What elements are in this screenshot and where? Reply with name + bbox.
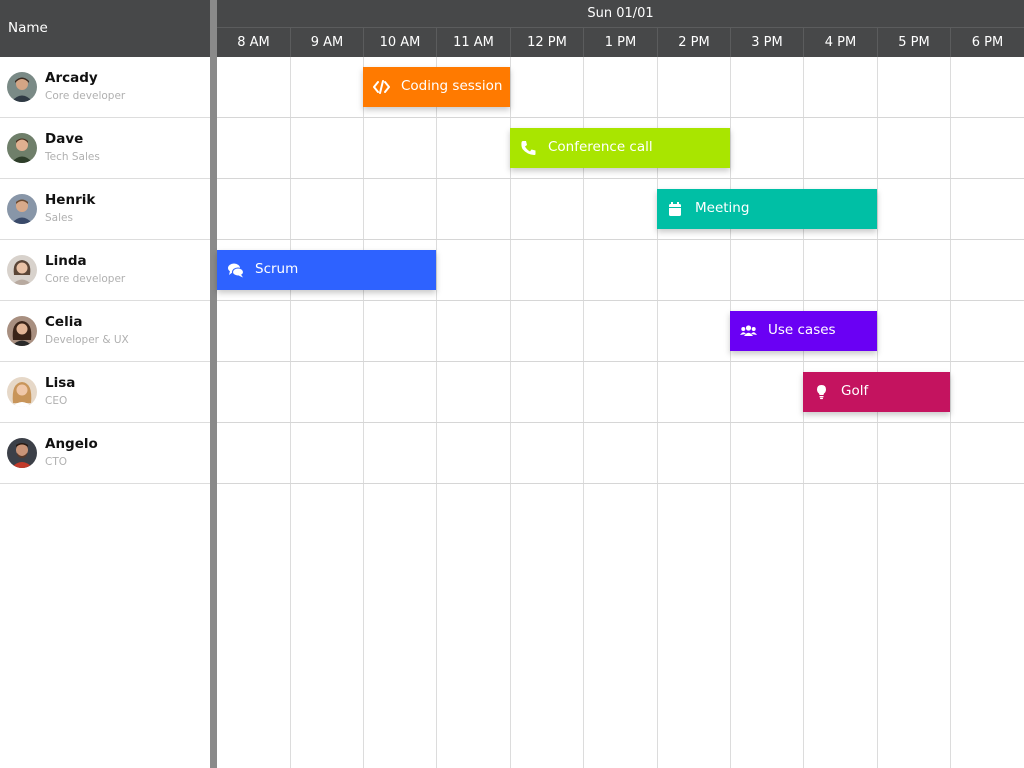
grid-line	[290, 57, 291, 768]
resource-role: Sales	[45, 212, 73, 224]
resource-row[interactable]: Dave Tech Sales	[0, 118, 210, 179]
grid-line	[803, 57, 804, 768]
event-golf[interactable]: Golf	[803, 372, 950, 412]
comments-icon	[227, 262, 244, 278]
users-icon	[740, 323, 757, 339]
hour-header: 11 AM	[436, 28, 510, 57]
grid-line	[217, 361, 1024, 362]
event-label: Meeting	[695, 200, 750, 216]
resource-row[interactable]: Angelo CTO	[0, 423, 210, 484]
event-conference-call[interactable]: Conference call	[510, 128, 730, 168]
event-label: Conference call	[548, 139, 653, 155]
grid-line	[877, 57, 878, 768]
avatar	[7, 255, 37, 285]
resource-role: Core developer	[45, 273, 126, 285]
hour-header: 5 PM	[877, 28, 950, 57]
hour-header: 2 PM	[657, 28, 730, 57]
timeline: Sun 01/01 8 AM 9 AM 10 AM 11 AM 12 PM 1 …	[217, 0, 1024, 768]
resource-name: Henrik	[45, 192, 96, 208]
time-header: Sun 01/01 8 AM 9 AM 10 AM 11 AM 12 PM 1 …	[217, 0, 1024, 57]
code-icon	[373, 79, 390, 95]
resource-role: Core developer	[45, 90, 126, 102]
avatar	[7, 133, 37, 163]
event-coding-session[interactable]: Coding session	[363, 67, 510, 107]
resource-role: CTO	[45, 456, 68, 468]
resource-role: Developer & UX	[45, 334, 129, 346]
avatar	[7, 72, 37, 102]
resource-name: Lisa	[45, 375, 76, 391]
grid-line	[217, 178, 1024, 179]
column-splitter[interactable]	[210, 0, 217, 768]
grid-line	[730, 57, 731, 768]
resource-row[interactable]: Henrik Sales	[0, 179, 210, 240]
hour-header: 9 AM	[290, 28, 363, 57]
hour-header: 8 AM	[237, 35, 270, 50]
resource-row[interactable]: Lisa CEO	[0, 362, 210, 423]
event-label: Coding session	[401, 78, 503, 94]
resource-role: Tech Sales	[45, 151, 100, 163]
resource-row[interactable]: Linda Core developer	[0, 240, 210, 301]
avatar	[7, 194, 37, 224]
resource-name: Angelo	[45, 436, 98, 452]
grid-line	[217, 483, 1024, 484]
hour-header: 3 PM	[730, 28, 803, 57]
avatar	[7, 316, 37, 346]
calendar-icon	[667, 201, 684, 217]
grid-line	[436, 57, 437, 768]
avatar	[7, 438, 37, 468]
hour-header: 4 PM	[803, 28, 877, 57]
grid-line	[217, 239, 1024, 240]
resource-name: Dave	[45, 131, 84, 147]
event-scrum[interactable]: Scrum	[217, 250, 436, 290]
name-column-title: Name	[8, 20, 48, 36]
event-use-cases[interactable]: Use cases	[730, 311, 877, 351]
resource-row[interactable]: Arcady Core developer	[0, 57, 210, 118]
event-label: Golf	[841, 383, 869, 399]
event-label: Use cases	[768, 322, 836, 338]
resource-header[interactable]: Name	[0, 0, 210, 57]
grid-line	[217, 300, 1024, 301]
hour-header: 6 PM	[950, 28, 1024, 57]
grid-line	[217, 422, 1024, 423]
resource-row[interactable]: Celia Developer & UX	[0, 301, 210, 362]
resource-name: Celia	[45, 314, 83, 330]
resource-role: CEO	[45, 395, 68, 407]
phone-icon	[520, 140, 537, 156]
avatar	[7, 377, 37, 407]
resource-name: Linda	[45, 253, 87, 269]
grid-line	[217, 117, 1024, 118]
resource-name: Arcady	[45, 70, 98, 86]
scheduler: Name Arcady Core developer Dave Tech Sal…	[0, 0, 1024, 768]
hour-header: 1 PM	[583, 28, 657, 57]
event-meeting[interactable]: Meeting	[657, 189, 877, 229]
date-header: Sun 01/01	[217, 0, 1024, 28]
grid-line	[363, 57, 364, 768]
grid-line	[950, 57, 951, 768]
event-label: Scrum	[255, 261, 299, 277]
resource-panel: Name Arcady Core developer Dave Tech Sal…	[0, 0, 210, 768]
hour-header: 12 PM	[510, 28, 583, 57]
lightbulb-icon	[813, 384, 830, 400]
hour-header: 10 AM	[363, 28, 436, 57]
